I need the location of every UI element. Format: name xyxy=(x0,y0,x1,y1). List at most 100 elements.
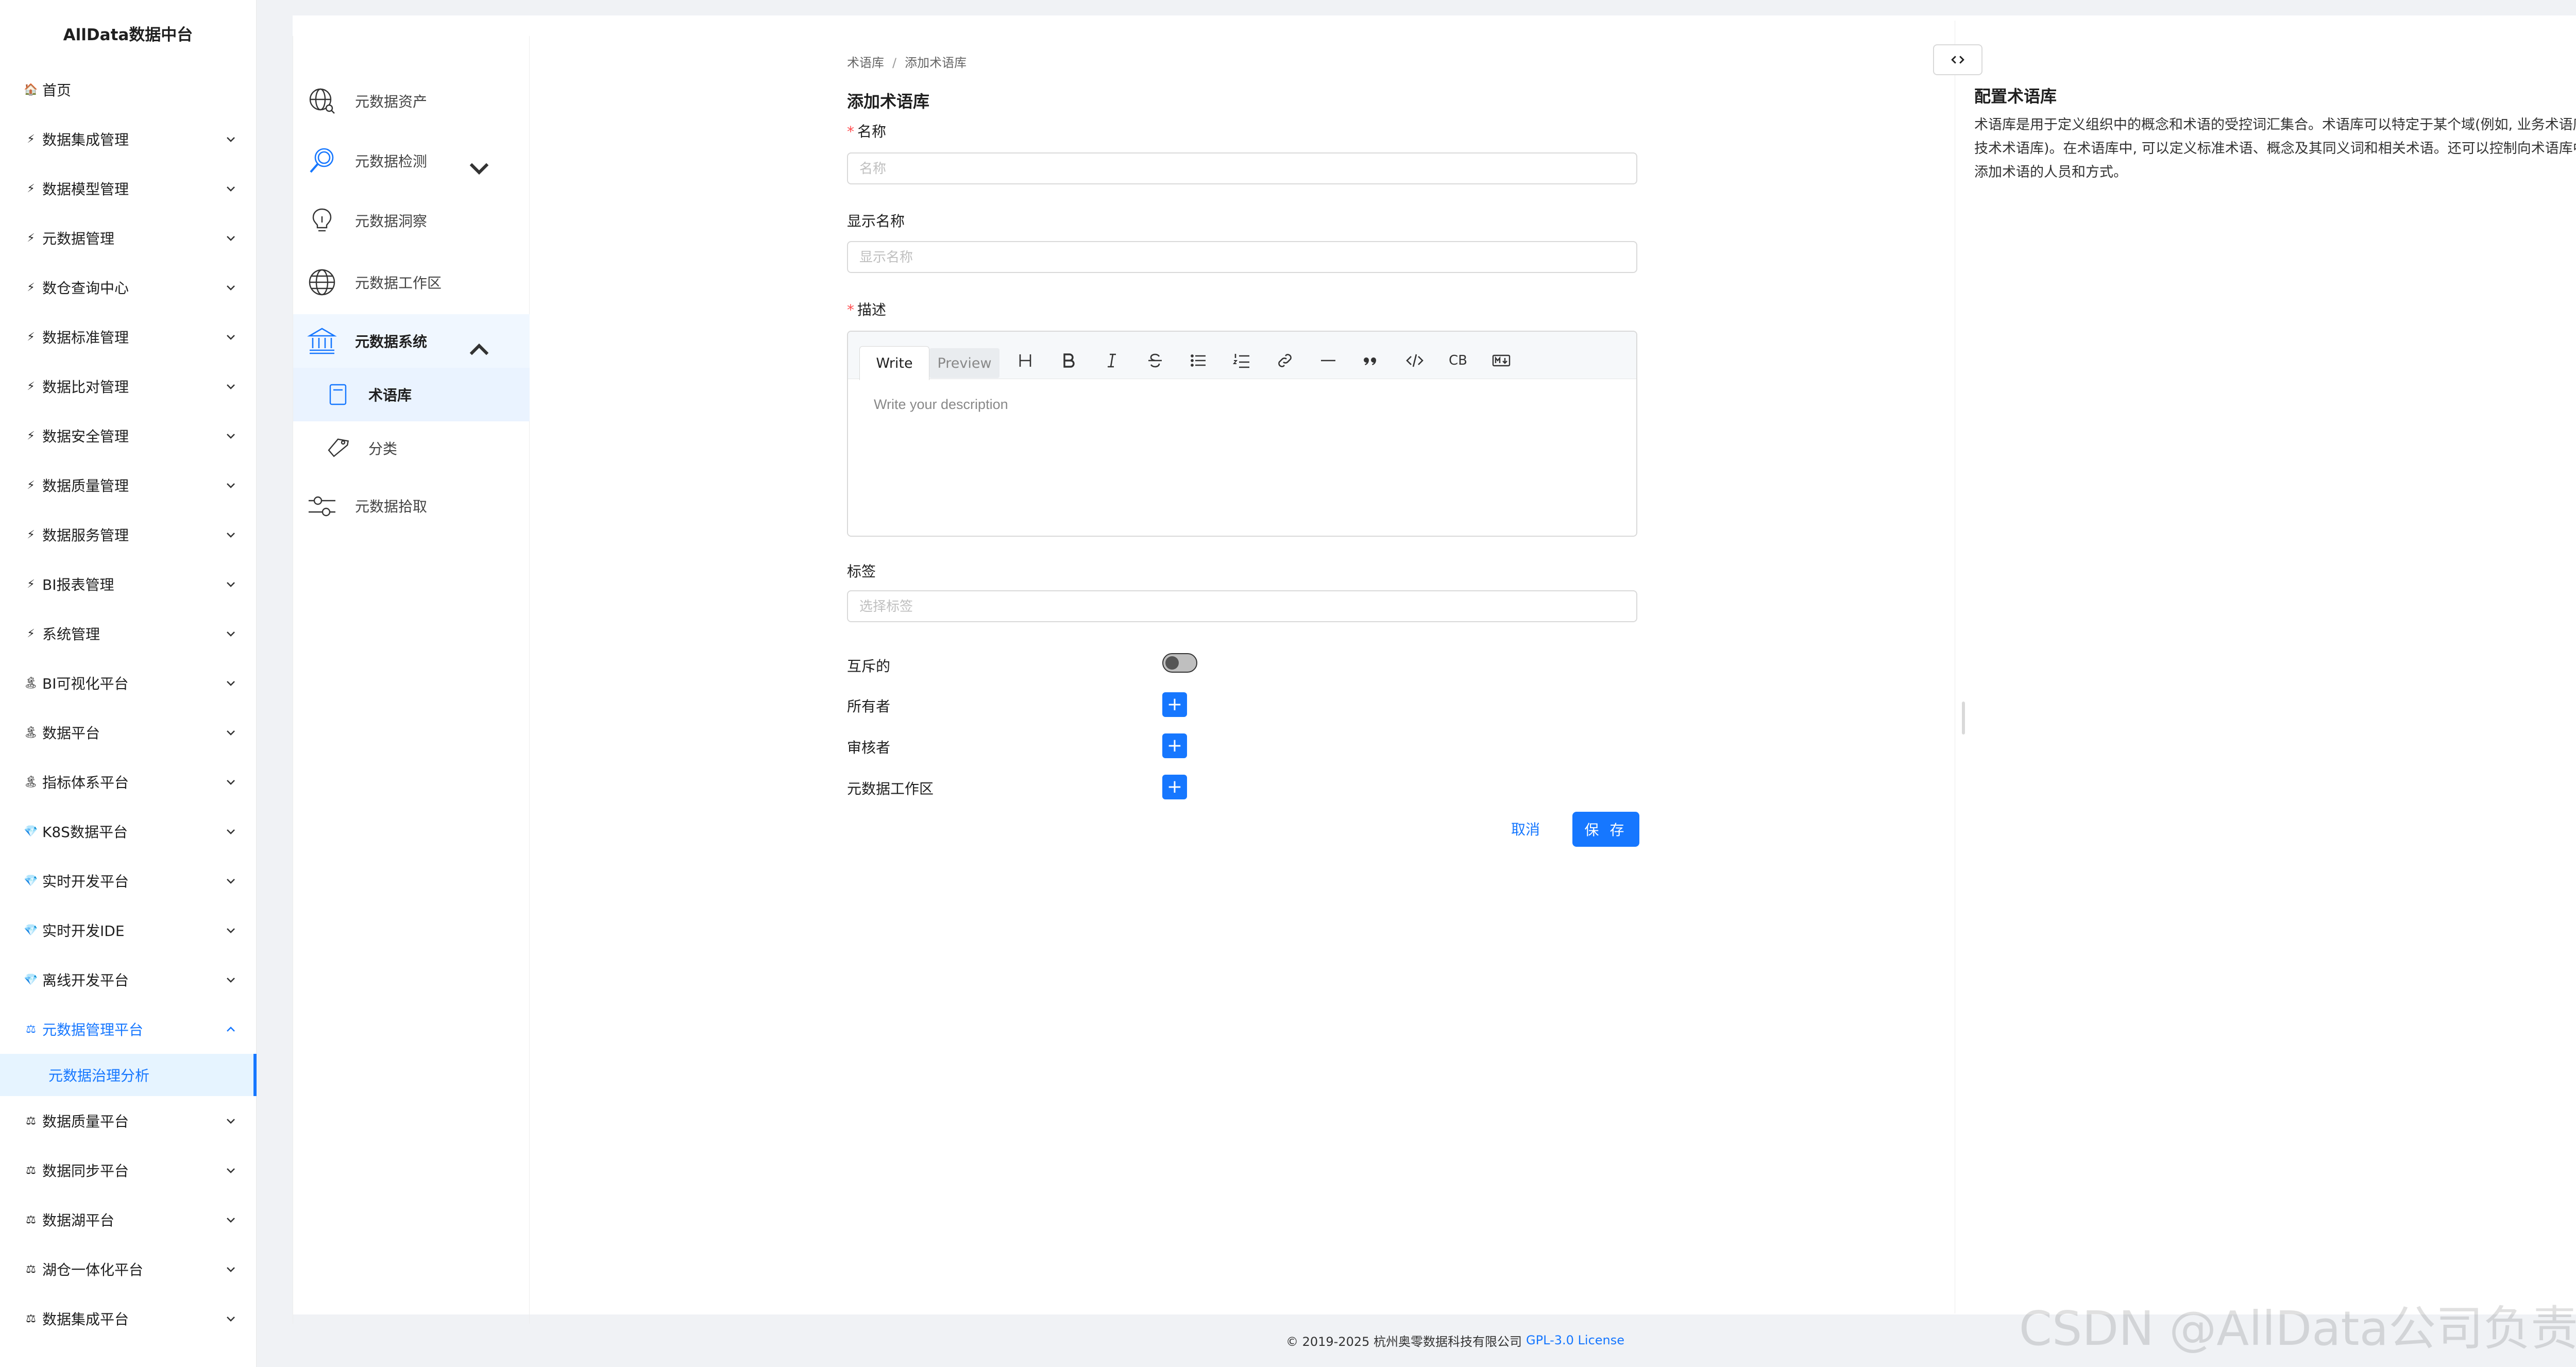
sidebar-item[interactable]: 🏝 指标体系平台 xyxy=(0,757,257,807)
panel-resize-handle[interactable] xyxy=(1962,702,1965,734)
menu-icon: 🏝 xyxy=(24,775,38,789)
sidebar-item[interactable]: ⚡ 元数据管理 xyxy=(0,213,257,263)
subnav-item-ingestion[interactable]: 元数据拾取 xyxy=(293,479,530,533)
sidebar-item-label: 离线开发平台 xyxy=(42,972,129,989)
help-panel xyxy=(1955,21,2576,1313)
sidebar-item[interactable]: ⚡ 数据安全管理 xyxy=(0,411,257,460)
sidebar-item[interactable]: ⚡ 数据模型管理 xyxy=(0,164,257,213)
add-workspace-button[interactable]: + xyxy=(1162,775,1187,799)
sidebar-item[interactable]: ⚡ BI报表管理 xyxy=(0,559,257,609)
italic-icon[interactable] xyxy=(1100,349,1123,372)
editor-toolbar: Write Preview CB xyxy=(848,332,1636,380)
book-icon xyxy=(329,384,347,405)
description-editor: Write Preview CB Write your description xyxy=(847,331,1637,537)
globe-search-icon xyxy=(309,88,335,114)
bullet-list-icon[interactable] xyxy=(1187,349,1210,372)
sidebar-item[interactable]: ⚖ 湖仓一体化平台 xyxy=(0,1244,257,1294)
sidebar-item-label: 数据标准管理 xyxy=(42,329,129,346)
display-name-input[interactable] xyxy=(847,241,1637,273)
chevron-down-icon xyxy=(227,533,235,538)
menu-icon: ⚖ xyxy=(26,1114,36,1127)
menu-icon: ⚡ xyxy=(27,132,35,146)
subnav-item-workspace[interactable]: 元数据工作区 xyxy=(293,255,530,309)
chevron-down-icon xyxy=(227,681,235,686)
chevron-down-icon xyxy=(227,434,235,439)
strikethrough-icon[interactable] xyxy=(1144,349,1166,372)
add-owner-button[interactable]: + xyxy=(1162,692,1187,717)
sidebar-item[interactable]: 💎 实时开发平台 xyxy=(0,856,257,905)
subnav-child-glossary[interactable]: 术语库 xyxy=(293,368,530,421)
sidebar-item[interactable]: ⚡ 系统管理 xyxy=(0,609,257,658)
markdown-icon[interactable] xyxy=(1490,349,1513,372)
sidebar-item-home[interactable]: 🏠 首页 xyxy=(0,65,257,114)
sidebar-item[interactable]: ⚡ 数据比对管理 xyxy=(0,362,257,411)
license-link[interactable]: GPL-3.0 License xyxy=(1526,1333,1624,1347)
sidebar-item[interactable]: ⚡ 数据服务管理 xyxy=(0,510,257,559)
name-input[interactable] xyxy=(847,152,1637,184)
tab-preview[interactable]: Preview xyxy=(929,348,999,378)
sidebar-item[interactable]: ⚡ 数据质量管理 xyxy=(0,460,257,510)
panel-toggle-button[interactable] xyxy=(1933,44,1982,75)
sidebar-item[interactable]: ⚖ 元数据管理平台 xyxy=(0,1004,257,1054)
description-textarea[interactable]: Write your description xyxy=(848,379,1636,430)
sidebar-item[interactable]: 💎 K8S数据平台 xyxy=(0,807,257,856)
owner-label: 所有者 xyxy=(847,698,891,715)
sidebar-item[interactable]: 🏝 BI可视化平台 xyxy=(0,658,257,708)
sidebar-item-label: 实时开发平台 xyxy=(42,873,129,890)
sidebar-item[interactable]: ⚖ 数据集成平台 xyxy=(0,1294,257,1343)
sidebar-item-label: 指标体系平台 xyxy=(42,774,129,791)
sidebar-item[interactable]: 💎 离线开发平台 xyxy=(0,955,257,1004)
menu-icon: ⚡ xyxy=(27,479,35,492)
copyright-text: © 2019-2025 杭州奥零数据科技有限公司 xyxy=(1285,1334,1522,1349)
chevron-down-icon xyxy=(227,780,235,785)
sidebar-item-label: 数据湖平台 xyxy=(42,1212,115,1229)
bold-icon[interactable] xyxy=(1057,349,1080,372)
sidebar-item-label: 数据质量平台 xyxy=(42,1113,129,1130)
mutex-switch[interactable] xyxy=(1162,653,1197,673)
sidebar-item[interactable]: ⚡ 数仓查询中心 xyxy=(0,263,257,312)
heading-icon[interactable] xyxy=(1014,349,1037,372)
code-block-icon[interactable]: CB xyxy=(1447,349,1469,372)
ordered-list-icon[interactable] xyxy=(1230,349,1253,372)
subnav-item-insight[interactable]: 元数据洞察 xyxy=(293,194,530,247)
breadcrumb-parent[interactable]: 术语库 xyxy=(847,56,884,70)
tags-label: 标签 xyxy=(847,563,876,580)
sidebar-item-label: 数据比对管理 xyxy=(42,379,129,396)
sidebar-item-label: 数据集成平台 xyxy=(42,1311,129,1328)
tab-write[interactable]: Write xyxy=(859,346,929,380)
tags-select[interactable] xyxy=(847,590,1637,622)
chevron-down-icon xyxy=(227,631,235,637)
breadcrumb-current: 添加术语库 xyxy=(905,56,967,70)
sidebar-item[interactable]: 💎 实时开发IDE xyxy=(0,905,257,955)
chevron-down-icon xyxy=(227,928,235,933)
sidebar-item[interactable]: ⚡ 数据集成管理 xyxy=(0,114,257,164)
cancel-button[interactable]: 取消 xyxy=(1497,813,1554,845)
code-icon[interactable] xyxy=(1403,349,1426,372)
sidebar-item-label: BI报表管理 xyxy=(42,576,114,593)
menu-icon: ⚖ xyxy=(26,1213,36,1226)
horizontal-rule-icon[interactable] xyxy=(1317,349,1340,372)
watermark: CSDN @AllData公司负责人 xyxy=(2019,1301,2576,1356)
link-icon[interactable] xyxy=(1274,349,1296,372)
sidebar-item[interactable]: ⚖ 数据湖平台 xyxy=(0,1195,257,1244)
subnav-item-system[interactable]: 元数据系统 xyxy=(293,314,530,368)
mutex-label: 互斥的 xyxy=(847,658,891,675)
help-body: 术语库是用于定义组织中的概念和术语的受控词汇集合。术语库可以特定于某个域(例如,… xyxy=(1974,117,2576,180)
quote-icon[interactable] xyxy=(1360,349,1383,372)
subnav-item-assets[interactable]: 元数据资产 xyxy=(293,74,530,128)
add-reviewer-button[interactable]: + xyxy=(1162,733,1187,758)
chevron-down-icon xyxy=(227,879,235,884)
sidebar-item[interactable]: ⚖ 数据同步平台 xyxy=(0,1146,257,1195)
sidebar-subitem-active[interactable]: 元数据治理分析 xyxy=(0,1054,257,1096)
chevron-down-icon xyxy=(227,730,235,736)
sidebar-item[interactable]: ⚡ 数据标准管理 xyxy=(0,312,257,362)
chevron-down-icon xyxy=(227,1168,235,1173)
sidebar-item[interactable]: ⚖ 数据质量平台 xyxy=(0,1096,257,1146)
save-button[interactable]: 保 存 xyxy=(1572,812,1639,847)
sidebar-item[interactable]: 🏝 数据平台 xyxy=(0,708,257,757)
chevron-down-icon xyxy=(227,137,235,142)
subnav-item-detect[interactable]: 元数据检测 xyxy=(293,134,530,187)
chevron-down-icon xyxy=(227,1317,235,1322)
sidebar-item-label: 数据质量管理 xyxy=(42,477,129,494)
subnav-child-classification[interactable]: 分类 xyxy=(293,421,530,475)
